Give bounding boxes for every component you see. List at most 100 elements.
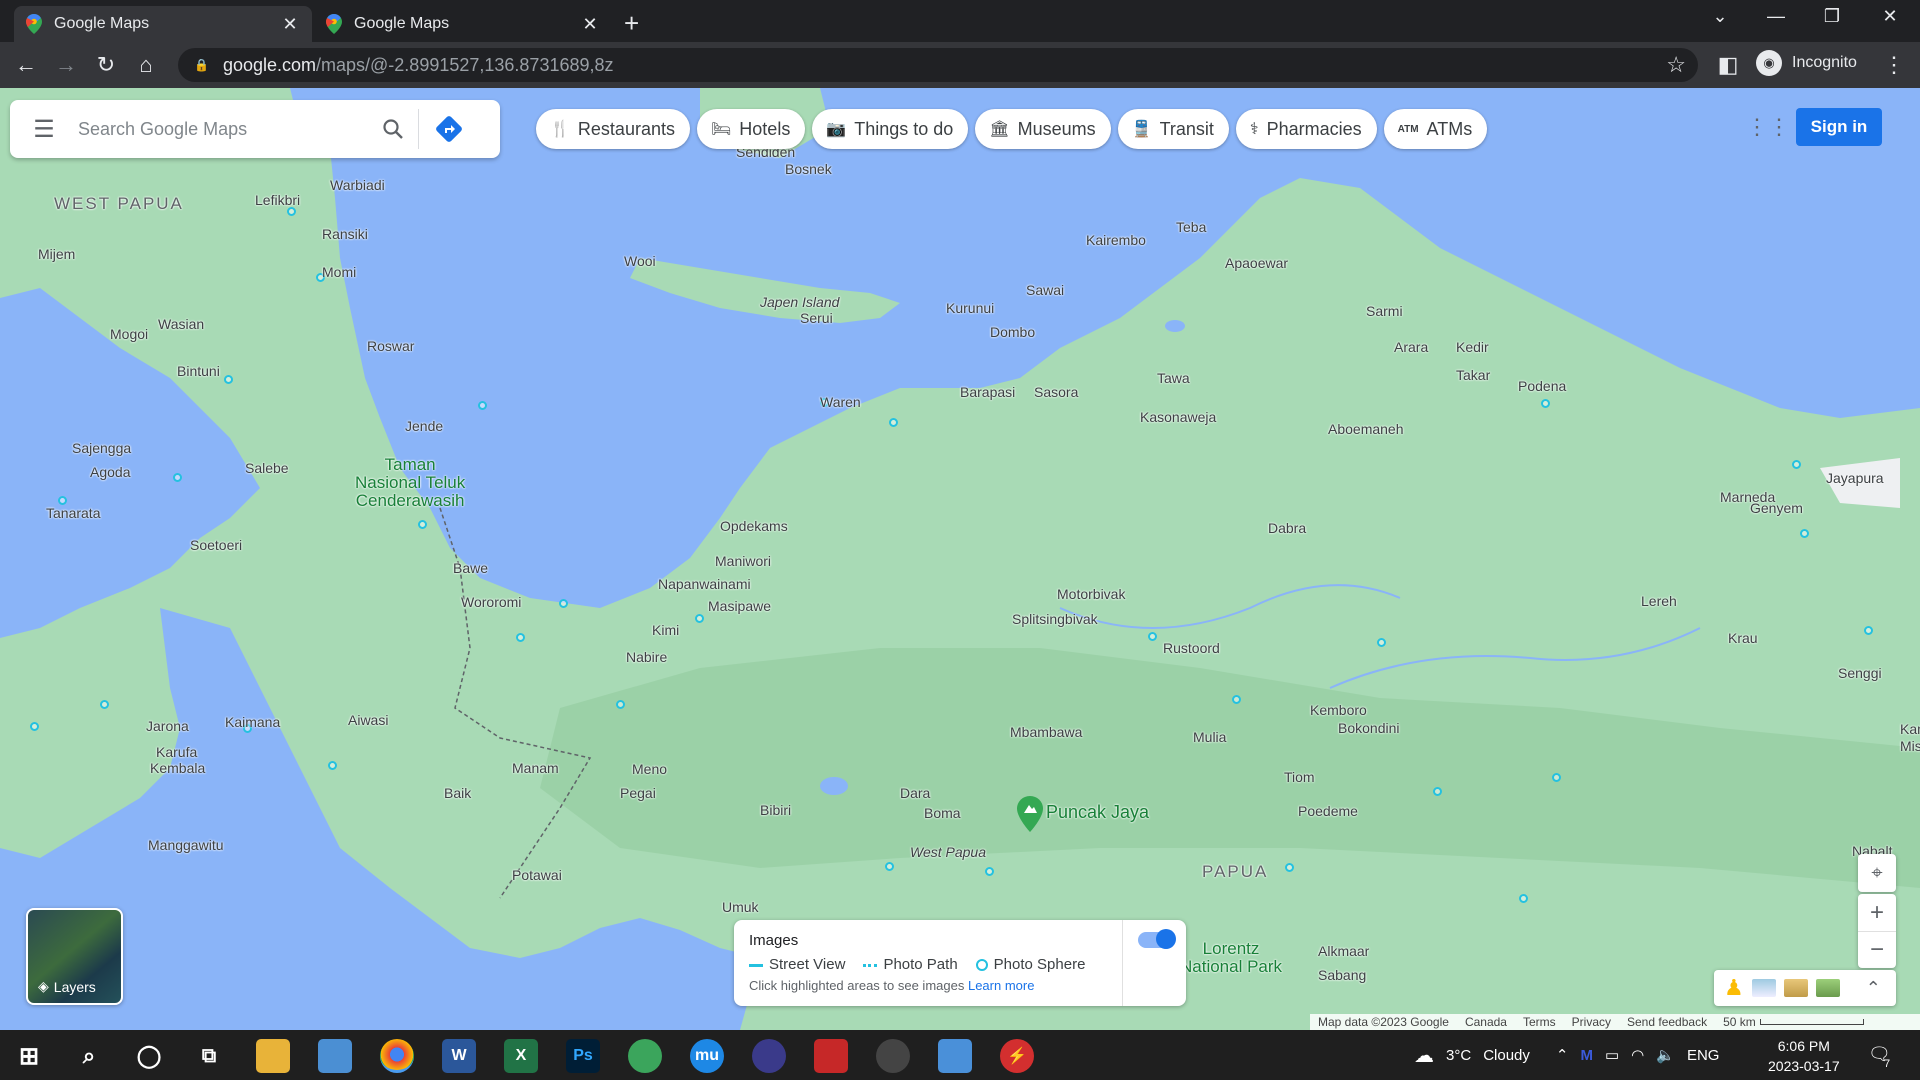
minimize-icon[interactable]: — — [1756, 6, 1796, 27]
place-label[interactable]: Lereh — [1641, 593, 1677, 609]
photo-sphere-marker[interactable] — [173, 473, 182, 482]
place-label[interactable]: Soetoeri — [190, 537, 242, 553]
place-label[interactable]: Mbambawa — [1010, 724, 1082, 740]
wifi-icon[interactable]: ◠ — [1631, 1046, 1644, 1064]
restore-icon[interactable]: ❐ — [1812, 6, 1852, 27]
attribution-link[interactable]: Canada — [1465, 1015, 1507, 1029]
zoom-out-icon[interactable]: − — [1858, 931, 1896, 968]
place-label[interactable]: Kairembo — [1086, 232, 1146, 248]
place-label[interactable]: Krau — [1728, 630, 1758, 646]
photo-sphere-marker[interactable] — [516, 633, 525, 642]
photo-sphere-marker[interactable] — [1541, 399, 1550, 408]
place-label[interactable]: Senggi — [1838, 665, 1882, 681]
hamburger-menu-icon[interactable]: ☰ — [10, 100, 78, 158]
place-label[interactable]: Arara — [1394, 339, 1428, 355]
place-label[interactable]: Motorbivak — [1057, 586, 1125, 602]
directions-icon[interactable] — [418, 109, 478, 149]
place-label[interactable]: Opdekams — [720, 518, 788, 534]
imagery-thumbnail[interactable] — [1815, 979, 1840, 997]
place-label[interactable]: Maniwori — [715, 553, 771, 569]
place-label[interactable]: Karufa — [156, 744, 197, 760]
close-window-icon[interactable]: ✕ — [1870, 6, 1910, 27]
place-label[interactable]: Sawai — [1026, 282, 1064, 298]
place-label[interactable]: Missi — [1900, 738, 1920, 754]
place-label[interactable]: Pegai — [620, 785, 656, 801]
photo-sphere-marker[interactable] — [985, 867, 994, 876]
chip-restaurants[interactable]: 🍴 Restaurants — [536, 109, 690, 149]
place-label[interactable]: Tawa — [1157, 370, 1190, 386]
place-label[interactable]: Waren — [820, 394, 861, 410]
photo-sphere-marker[interactable] — [58, 496, 67, 505]
place-label[interactable]: Agoda — [90, 464, 130, 480]
photo-sphere-marker[interactable] — [1792, 460, 1801, 469]
clock[interactable]: 6:06 PM 2023-03-17 — [1768, 1036, 1840, 1076]
place-label[interactable]: Sasora — [1034, 384, 1078, 400]
close-tab-icon[interactable]: ✕ — [280, 14, 300, 35]
place-label[interactable]: Potawai — [512, 867, 562, 883]
place-label[interactable]: Wororomi — [461, 594, 521, 610]
place-label[interactable]: Sarmi — [1366, 303, 1403, 319]
chip-transit[interactable]: 🚆 Transit — [1117, 109, 1229, 149]
task-view-icon[interactable]: ⧉ — [192, 1039, 226, 1073]
place-label[interactable]: Kasonaweja — [1140, 409, 1216, 425]
more-menu-icon[interactable]: ⋮ — [1874, 45, 1914, 85]
photo-sphere-marker[interactable] — [100, 700, 109, 709]
place-label[interactable]: Tiom — [1284, 769, 1315, 785]
language-indicator[interactable]: ENG — [1687, 1047, 1720, 1064]
photo-sphere-marker[interactable] — [328, 761, 337, 770]
zoom-in-icon[interactable]: + — [1858, 894, 1896, 931]
place-label[interactable]: Masipawe — [708, 598, 771, 614]
android-app-icon[interactable] — [628, 1039, 662, 1073]
place-label[interactable]: Manam — [512, 760, 559, 776]
place-label[interactable]: Nabire — [626, 649, 667, 665]
control-panel-icon[interactable] — [318, 1039, 352, 1073]
place-label[interactable]: Aiwasi — [348, 712, 388, 728]
file-explorer-icon[interactable] — [256, 1039, 290, 1073]
photo-sphere-marker[interactable] — [224, 375, 233, 384]
taskbar-search-icon[interactable]: ⌕ — [72, 1039, 106, 1073]
side-panel-icon[interactable]: ◧ — [1708, 45, 1748, 85]
search-input[interactable] — [78, 118, 368, 140]
place-label[interactable]: Meno — [632, 761, 667, 777]
weather-temp[interactable]: 3°C — [1446, 1047, 1471, 1064]
photo-sphere-marker[interactable] — [1800, 529, 1809, 538]
tray-chevron-icon[interactable]: ⌃ — [1556, 1046, 1569, 1064]
flash-app-icon[interactable]: ⚡ — [1000, 1039, 1034, 1073]
mu-app-icon[interactable]: mu — [690, 1039, 724, 1073]
back-icon[interactable]: ← — [6, 45, 46, 85]
place-label[interactable]: Dabra — [1268, 520, 1306, 536]
photo-sphere-marker[interactable] — [418, 520, 427, 529]
place-label[interactable]: Wooi — [624, 253, 656, 269]
tab-search-chevron-icon[interactable]: ⌄ — [1700, 6, 1740, 27]
place-label[interactable]: Salebe — [245, 460, 289, 476]
place-label[interactable]: Teba — [1176, 219, 1206, 235]
place-label[interactable]: Aboemaneh — [1328, 421, 1404, 437]
photo-sphere-marker[interactable] — [1285, 863, 1294, 872]
sign-in-button[interactable]: Sign in — [1796, 108, 1882, 146]
imagery-thumbnail[interactable] — [1783, 979, 1808, 997]
place-label[interactable]: Jayapura — [1826, 470, 1884, 486]
photo-sphere-marker[interactable] — [1519, 894, 1528, 903]
imagery-thumbnail[interactable] — [1751, 979, 1776, 997]
photo-sphere-marker[interactable] — [1148, 632, 1157, 641]
close-tab-icon[interactable]: ✕ — [580, 14, 600, 35]
photo-sphere-marker[interactable] — [616, 700, 625, 709]
volume-icon[interactable]: 🔈 — [1656, 1046, 1675, 1064]
place-label[interactable]: Splitsingbivak — [1012, 611, 1098, 627]
chip-museums[interactable]: 🏛 Museums — [975, 109, 1111, 149]
pegman-icon[interactable]: ♟ — [1724, 975, 1744, 1001]
place-label[interactable]: Dombo — [990, 324, 1035, 340]
place-label[interactable]: Bibiri — [760, 802, 791, 818]
place-label[interactable]: Kembala — [150, 760, 205, 776]
images-toggle[interactable] — [1138, 929, 1176, 949]
place-label[interactable]: Momi — [322, 264, 356, 280]
browser-tab[interactable]: Google Maps ✕ — [314, 6, 612, 42]
place-label[interactable]: Kaimana — [225, 714, 280, 730]
chip-hotels[interactable]: 🛏 Hotels — [696, 109, 806, 149]
my-location-icon[interactable]: ⌖ — [1858, 854, 1896, 892]
photo-sphere-marker[interactable] — [1377, 638, 1386, 647]
place-label[interactable]: Serui — [800, 310, 833, 326]
place-label[interactable]: Boma — [924, 805, 961, 821]
place-label[interactable]: Mijem — [38, 246, 75, 262]
place-label[interactable]: Podena — [1518, 378, 1566, 394]
